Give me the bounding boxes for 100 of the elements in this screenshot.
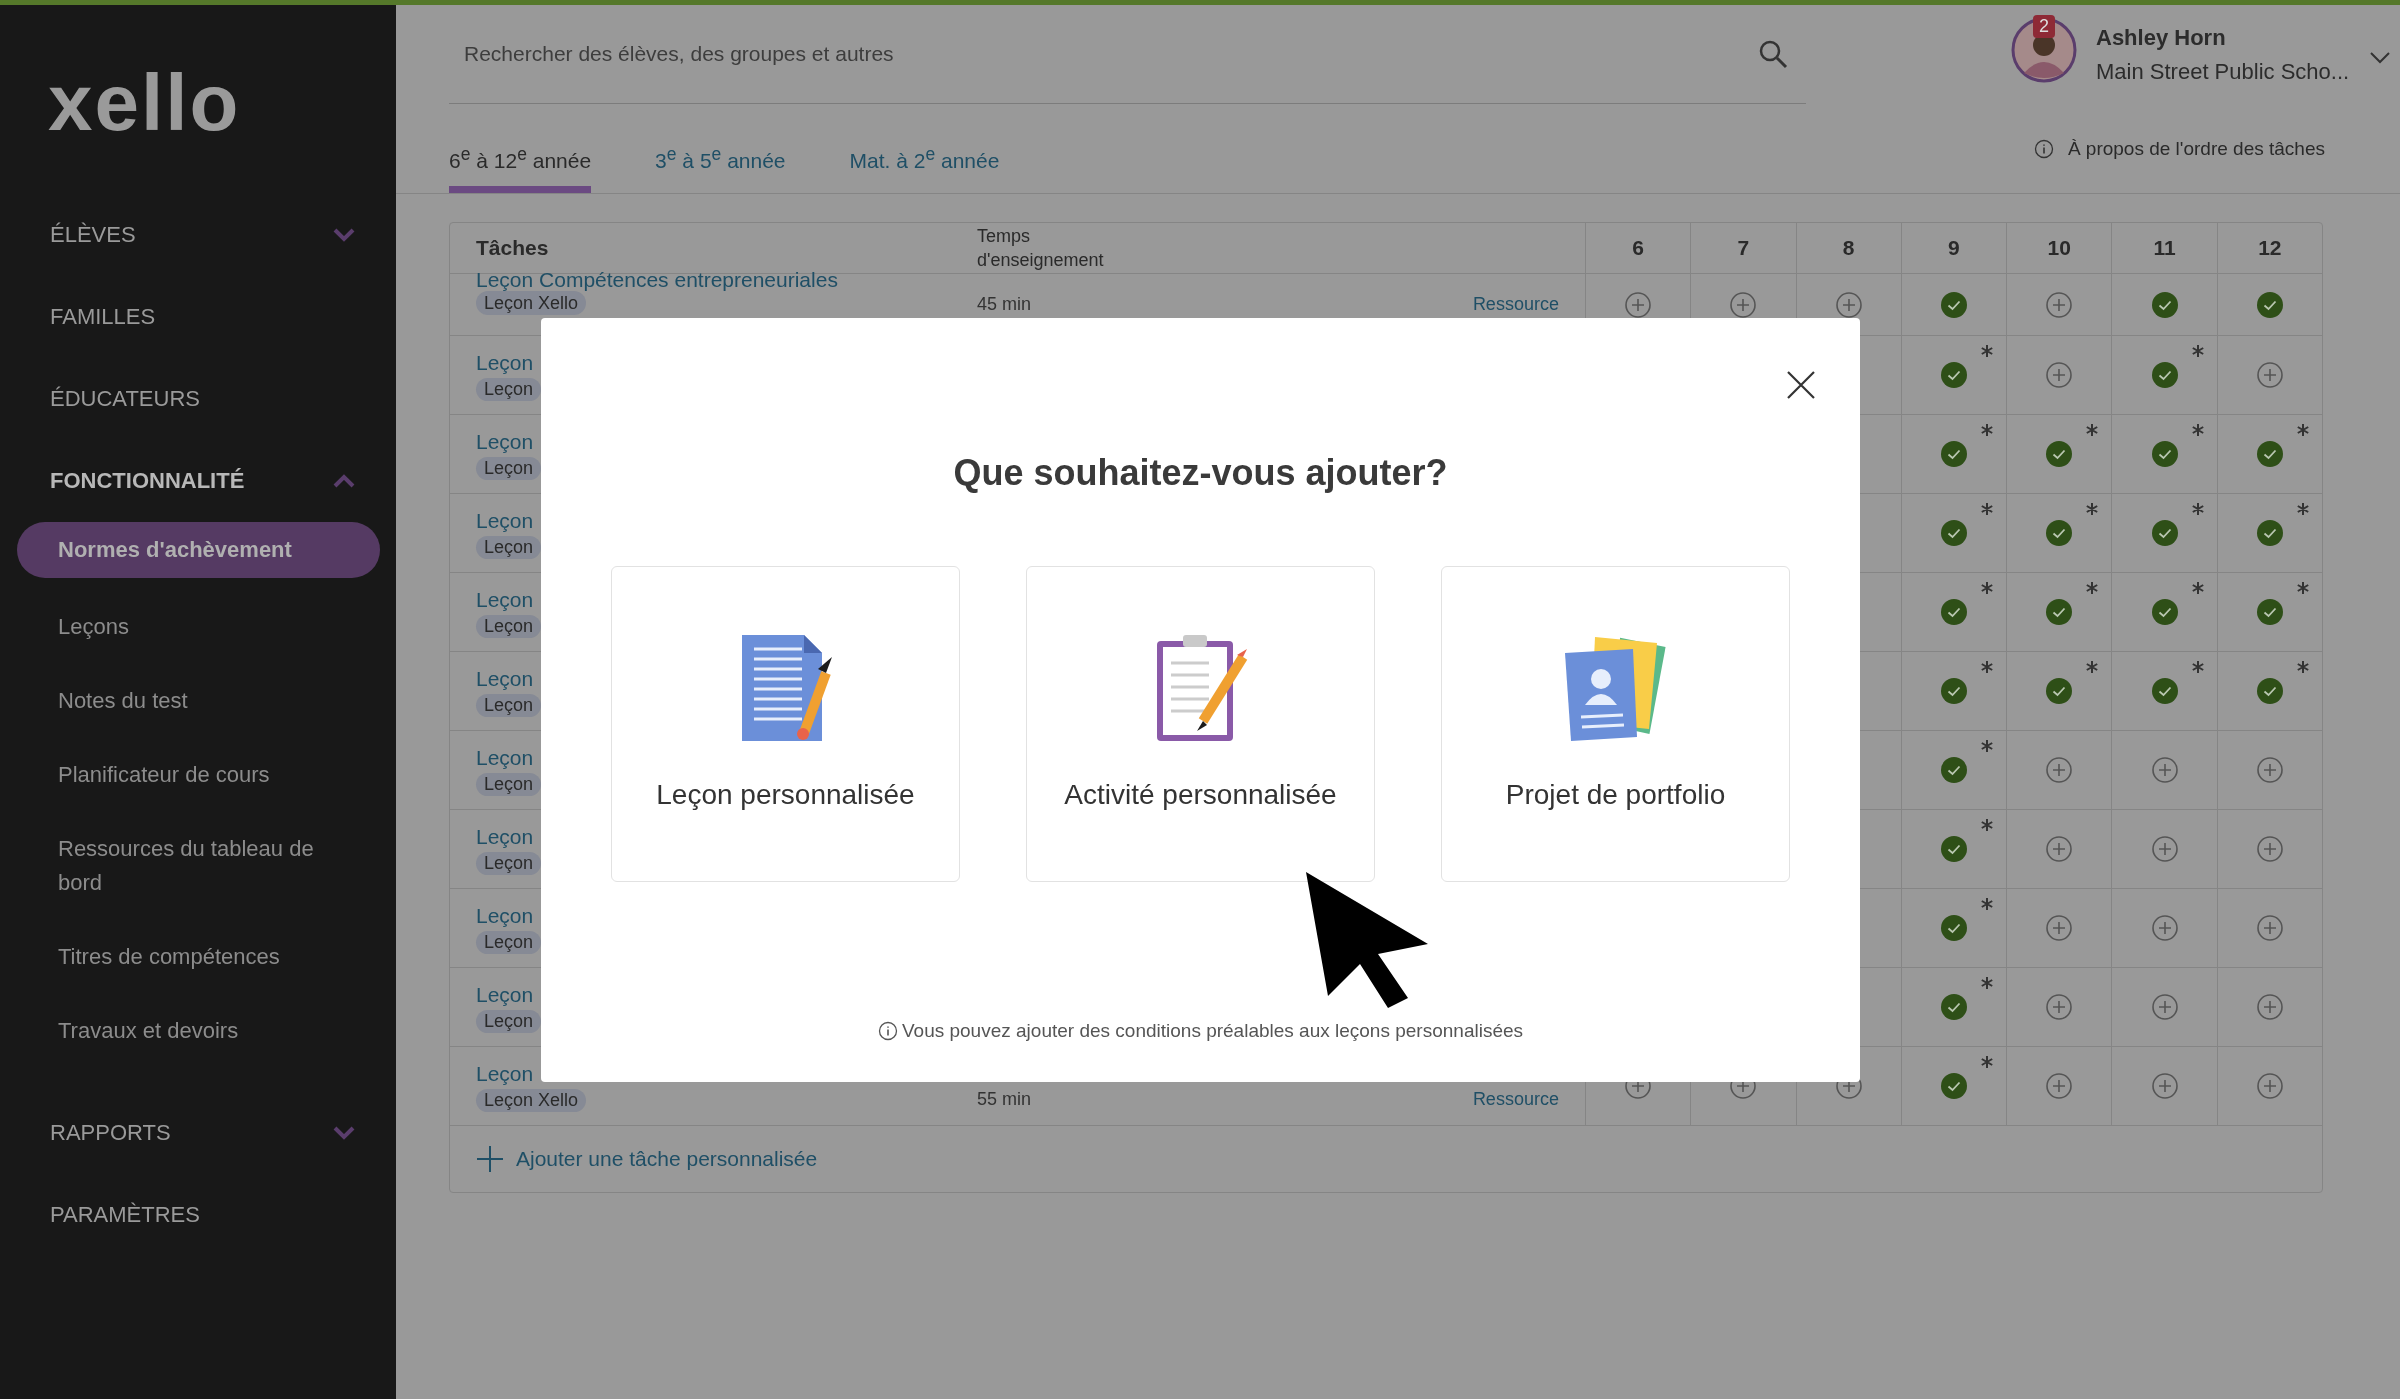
tag: Leçon Xello <box>476 1088 587 1112</box>
nav-section[interactable]: PARAMÈTRES <box>50 1174 356 1256</box>
logo: xello <box>48 63 241 143</box>
check-icon[interactable] <box>2046 599 2073 625</box>
task-link[interactable]: Leçon <box>476 823 534 850</box>
modal-title: Que souhaitez-vous ajouter? <box>953 452 1448 494</box>
column-header: 6 <box>1584 223 1691 273</box>
tag: Leçon Xello <box>476 291 587 315</box>
task-link[interactable]: Leçon Compétences entrepreneuriales <box>476 269 838 291</box>
time-text: 55 min <box>977 1088 1032 1110</box>
notification-badge: 2 <box>2033 15 2055 38</box>
option-card[interactable]: Projet de portfolio <box>1441 566 1790 882</box>
asterisk-icon <box>2296 660 2310 674</box>
tag: Leçon <box>476 614 542 638</box>
school-name: Main Street Public Scho... <box>2096 59 2350 85</box>
check-icon[interactable] <box>2151 520 2178 546</box>
resource-link[interactable]: Ressource <box>1472 1088 1559 1110</box>
tab[interactable]: 6$^{e}$ à 12$^{e}$ année <box>449 105 592 193</box>
tab[interactable]: Mat. à 2$^{e}$ année <box>849 105 1000 193</box>
asterisk-icon <box>2085 581 2100 595</box>
check-icon[interactable] <box>2151 678 2178 704</box>
column-header: 10 <box>2006 223 2112 273</box>
nav-section[interactable]: ÉDUCATEURS <box>50 358 356 440</box>
check-icon[interactable] <box>2151 362 2178 388</box>
check-icon[interactable] <box>2046 678 2073 704</box>
task-link[interactable]: Leçon <box>476 902 534 929</box>
asterisk-icon <box>2085 660 2100 674</box>
check-icon[interactable] <box>2256 291 2283 318</box>
asterisk-icon <box>2190 581 2205 595</box>
tag: Leçon <box>476 1009 542 1033</box>
add-task-link[interactable]: Ajouter une tâche personnalisée <box>476 1145 818 1173</box>
check-icon[interactable] <box>1940 441 1967 467</box>
nav-item[interactable]: Travaux et devoirs <box>17 994 380 1068</box>
asterisk-icon <box>1980 660 1995 674</box>
task-link[interactable]: Leçon <box>476 586 534 613</box>
option-card[interactable]: Leçon personnalisée <box>611 566 960 882</box>
nav-section[interactable]: FAMILLES <box>50 276 356 358</box>
tag: Leçon <box>476 377 542 401</box>
info-icon <box>877 1021 898 1041</box>
check-icon[interactable] <box>1940 362 1967 388</box>
task-link[interactable]: Leçon <box>476 981 534 1008</box>
asterisk-icon <box>1980 818 1995 832</box>
nav-item[interactable]: Titres de compétences <box>17 920 380 994</box>
nav-item[interactable]: Planificateur de cours <box>17 738 380 812</box>
nav-section[interactable]: ÉLÈVES <box>50 194 356 276</box>
nav-section[interactable]: RAPPORTS <box>50 1092 356 1174</box>
asterisk-icon <box>1980 502 1995 516</box>
check-icon[interactable] <box>2046 441 2073 467</box>
column-header: 11 <box>2111 223 2217 273</box>
check-icon[interactable] <box>1940 678 1967 704</box>
asterisk-icon <box>2190 423 2205 437</box>
info-icon <box>2033 139 2054 159</box>
check-icon[interactable] <box>1940 915 1967 941</box>
asterisk-icon <box>1980 976 1995 990</box>
note-text: Vous pouvez ajouter des conditions préalables aux leçons personnalisées <box>901 1020 1524 1042</box>
check-icon[interactable] <box>2256 599 2283 625</box>
check-icon[interactable] <box>2151 291 2178 318</box>
check-icon[interactable] <box>1940 520 1967 546</box>
check-icon[interactable] <box>2151 441 2178 467</box>
asterisk-icon <box>2190 344 2205 358</box>
check-icon[interactable] <box>1940 994 1967 1020</box>
check-icon[interactable] <box>1940 836 1967 862</box>
search-icon[interactable] <box>1758 39 1788 69</box>
task-link[interactable]: Leçon <box>476 428 534 455</box>
asterisk-icon <box>2190 660 2205 674</box>
nav-section[interactable]: FONCTIONNALITÉ <box>50 440 356 522</box>
check-icon[interactable] <box>2256 678 2283 704</box>
check-icon[interactable] <box>2046 520 2073 546</box>
check-icon[interactable] <box>1940 291 1967 318</box>
close-icon[interactable] <box>1786 370 1816 400</box>
resource-link[interactable]: Ressource <box>1472 294 1559 315</box>
nav-item[interactable]: Notes du test <box>17 664 380 738</box>
tag: Leçon <box>476 456 542 480</box>
option-card[interactable]: Activité personnalisée <box>1026 566 1375 882</box>
task-link[interactable]: Leçon <box>476 744 534 771</box>
asterisk-icon <box>2085 423 2100 437</box>
asterisk-icon <box>1980 1055 1995 1069</box>
search-field[interactable]: Rechercher des élèves, des groupes et autres <box>462 41 1466 67</box>
nav-item[interactable]: Ressources du tableau de bord <box>17 812 380 920</box>
tag: Leçon <box>476 930 542 954</box>
nav-item[interactable]: Leçons <box>17 590 380 664</box>
nav-item[interactable]: Normes d'achèvement <box>17 522 380 578</box>
task-link[interactable]: Leçon <box>476 1060 534 1087</box>
task-link[interactable]: Leçon <box>476 665 534 692</box>
check-icon[interactable] <box>1940 599 1967 625</box>
chevron-down-icon[interactable] <box>2369 51 2392 65</box>
check-icon[interactable] <box>2256 441 2283 467</box>
tag: Leçon <box>476 772 542 796</box>
check-icon[interactable] <box>2256 520 2283 546</box>
info-link[interactable]: À propos de l'ordre des tâches <box>2067 138 2325 160</box>
check-icon[interactable] <box>1940 1073 1967 1099</box>
check-icon[interactable] <box>2151 599 2178 625</box>
task-link[interactable]: Leçon <box>476 507 534 534</box>
check-icon[interactable] <box>1940 757 1967 783</box>
asterisk-icon <box>2296 502 2310 516</box>
task-link[interactable]: Leçon <box>476 349 534 376</box>
tab[interactable]: 3$^{e}$ à 5$^{e}$ année <box>655 105 786 193</box>
asterisk-icon <box>2296 423 2310 437</box>
tag: Leçon <box>476 535 542 559</box>
column-header: Temps d'enseignement <box>977 225 1105 272</box>
